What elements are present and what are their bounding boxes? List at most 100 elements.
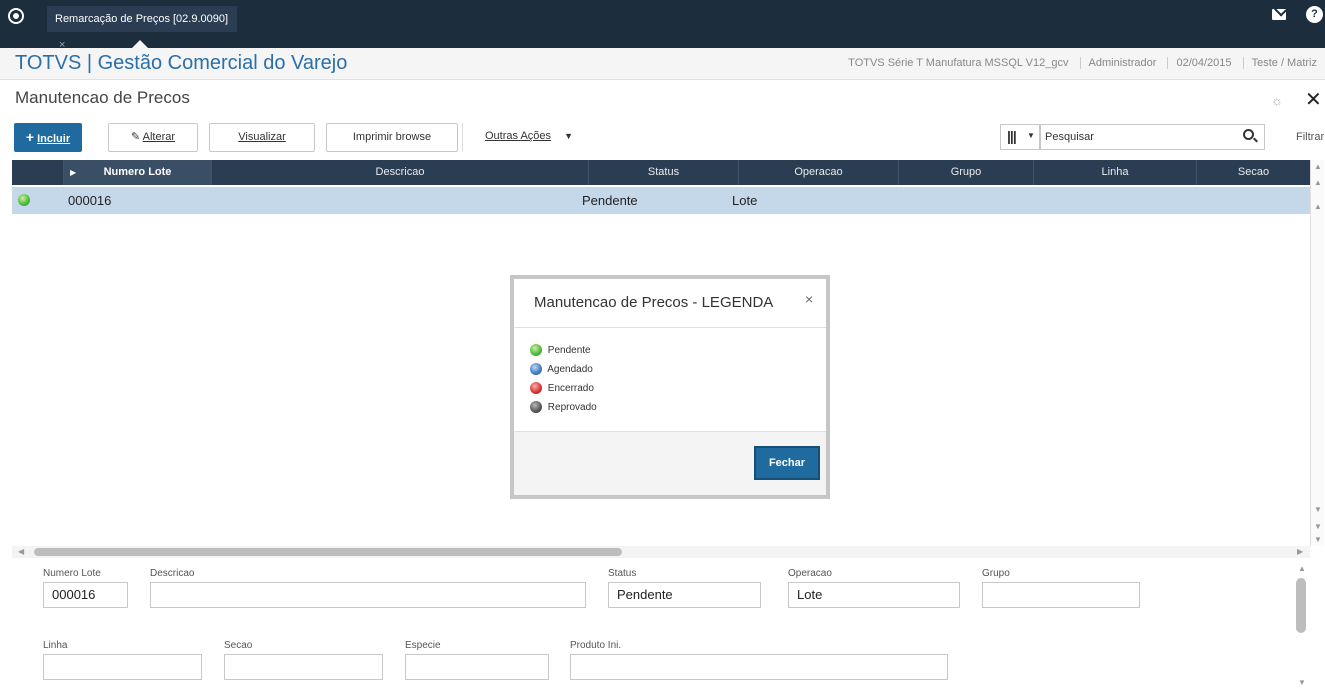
search-icon[interactable] [1243,129,1254,140]
grupo-field[interactable] [982,582,1140,608]
scroll-up-icon[interactable]: ▲ [1314,202,1322,211]
legend-label: Pendente [547,345,591,356]
red-status-icon [530,382,542,395]
col-header-status[interactable]: Status [589,160,739,185]
legend-modal: Manutencao de Precos - LEGENDA × Pendent… [510,275,830,499]
search-input[interactable]: Pesquisar [1040,124,1265,150]
col-header-descricao[interactable]: Descricao [212,160,589,185]
scroll-pagedown-icon[interactable]: ▼ [1314,522,1322,531]
label-status: Status [608,568,637,579]
numero-lote-field[interactable]: 000016 [43,582,128,608]
legend-label: Agendado [547,364,593,375]
status-field[interactable]: Pendente [608,582,761,608]
modal-title: Manutencao de Precos - LEGENDA [534,294,774,311]
scroll-last-icon[interactable]: ▼ [1314,535,1322,544]
operacao-field[interactable]: Lote [788,582,960,608]
modal-footer: Fechar [514,431,826,495]
label-grupo: Grupo [982,568,1010,579]
grid-header: ▶ Numero Lote Descricao Status Operacao … [12,160,1310,185]
tab-title: Remarcação de Preços [02.9.0090] [55,13,229,25]
incluir-button[interactable]: + Incluir [14,123,82,152]
incluir-label: Incluir [37,133,71,145]
column-picker[interactable]: ||| ▼ [1000,124,1040,150]
form-scroll-up-icon[interactable]: ▲ [1298,564,1306,573]
visualizar-label: Visualizar [238,131,286,143]
scroll-left-icon[interactable]: ◀ [18,547,24,556]
modal-divider [514,327,826,328]
user-label[interactable]: Administrador [1079,57,1165,69]
modal-close-icon[interactable]: × [805,291,813,307]
legend-item: Reprovado [530,398,597,417]
outras-label: Outras Ações [485,130,552,142]
mail-icon[interactable] [1272,9,1286,20]
imprimir-browse-button[interactable]: Imprimir browse [326,123,458,152]
branch-label[interactable]: Teste / Matriz [1242,57,1325,69]
app-title: TOTVS | Gestão Comercial do Varejo [15,52,348,74]
gear-icon[interactable]: ☼ [1271,93,1283,108]
tab-remarcacao-precos[interactable]: Remarcação de Preços [02.9.0090] × [47,6,237,51]
cell-operacao: Lote [732,193,758,208]
legend-label: Encerrado [547,383,594,394]
col-header-operacao[interactable]: Operacao [739,160,899,185]
alterar-button[interactable]: ✎ Alterar [108,123,198,152]
linha-field[interactable] [43,654,202,680]
date-label[interactable]: 02/04/2015 [1167,57,1240,69]
label-operacao: Operacao [788,568,832,579]
table-row[interactable]: 000016 Pendente Lote [12,187,1310,214]
blue-status-icon [530,363,542,376]
green-status-icon [530,344,542,357]
gray-status-icon [530,401,542,414]
col-header-numero-lote[interactable]: ▶ Numero Lote [64,160,212,185]
app-header: TOTVS | Gestão Comercial do Varejo TOTVS… [0,48,1325,80]
label-descricao: Descricao [150,568,195,579]
scroll-first-icon[interactable]: ▲ [1314,162,1322,171]
produto-ini-field[interactable] [570,654,948,680]
status-col-header[interactable] [12,160,64,185]
legend-item: Encerrado [530,379,597,398]
col-header-linha[interactable]: Linha [1034,160,1197,185]
toolbar-separator [462,123,463,152]
col-header-grupo[interactable]: Grupo [899,160,1034,185]
form-scroll-thumb[interactable] [1296,578,1306,633]
dropdown-arrow-icon: ▼ [564,131,574,141]
descricao-field[interactable] [150,582,586,608]
secao-field[interactable] [224,654,383,680]
status-legend-icon[interactable] [18,194,30,206]
fechar-button[interactable]: Fechar [754,446,820,480]
scroll-pageup-icon[interactable]: ▲ [1314,178,1322,187]
cell-numero-lote: 000016 [68,193,112,208]
label-numero-lote: Numero Lote [43,568,101,579]
totvs-logo-icon[interactable] [8,8,24,24]
grid-vertical-scrollbar[interactable]: ▲ ▲ ▲ ▼ ▼ ▼ [1310,160,1324,546]
especie-field[interactable] [405,654,549,680]
scroll-down-icon[interactable]: ▼ [1314,505,1322,514]
legend-label: Reprovado [547,402,597,413]
page-close-icon[interactable]: ✕ [1305,87,1322,112]
cell-status: Pendente [582,193,638,208]
page-title: Manutencao de Precos [15,88,190,107]
help-icon[interactable]: ? [1306,6,1323,23]
filter-link[interactable]: Filtrar [1296,131,1324,143]
col-header-secao[interactable]: Secao [1197,160,1310,185]
top-tab-bar: Remarcação de Preços [02.9.0090] × ? [0,0,1325,51]
environment-label: TOTVS Série T Manufatura MSSQL V12_gcv [848,57,1069,69]
legend-item: Pendente [530,341,597,360]
label-secao: Secao [224,640,253,651]
alterar-label: Alterar [142,131,176,143]
legend-item: Agendado [530,360,597,379]
pencil-icon: ✎ [130,131,141,143]
label-especie: Especie [405,640,441,651]
app-info: TOTVS Série T Manufatura MSSQL V12_gcv A… [840,57,1325,69]
legend-list: Pendente Agendado Encerrado Reprovado [530,341,597,417]
outras-acoes-button[interactable]: Outras Ações ▼ [475,123,585,152]
chevron-down-icon: ▼ [1027,131,1035,140]
horizontal-scroll-thumb[interactable] [34,548,622,556]
grid-horizontal-scrollbar[interactable]: ◀ ▶ [12,546,1310,558]
sort-arrow-icon: ▶ [70,168,77,177]
label-linha: Linha [43,640,68,651]
visualizar-button[interactable]: Visualizar [209,123,315,152]
scroll-right-icon[interactable]: ▶ [1297,547,1303,556]
form-scroll-down-icon[interactable]: ▼ [1298,678,1306,687]
imprimir-label: Imprimir browse [352,131,432,143]
columns-icon: ||| [1007,128,1017,144]
